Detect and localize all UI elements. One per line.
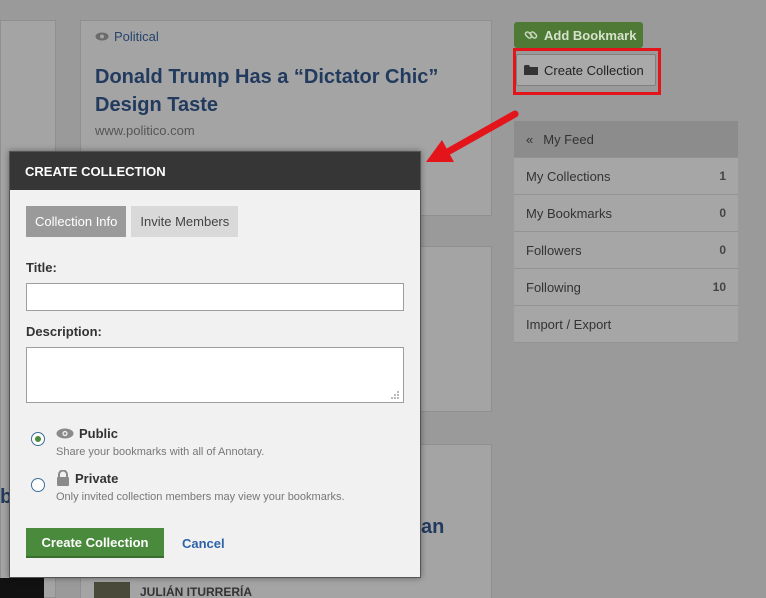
public-radio[interactable] (31, 432, 45, 446)
sidebar-item-count: 0 (719, 243, 726, 257)
public-label: Public (79, 426, 119, 441)
tab-collection-info[interactable]: Collection Info (26, 206, 127, 237)
collapse-chevron-icon: « (526, 131, 534, 147)
bookmark-headline[interactable]: Donald Trump Has a “Dictator Chic” Desig… (95, 63, 475, 119)
sidebar-item-my-bookmarks[interactable]: My Bookmarks 0 (514, 195, 738, 232)
dialog-tabs: Collection Info Invite Members (26, 206, 239, 237)
tab-invite-members[interactable]: Invite Members (131, 206, 239, 237)
bookmark-category[interactable]: Political (95, 29, 159, 44)
sidebar-item-count: 0 (719, 206, 726, 220)
add-bookmark-label: Add Bookmark (544, 27, 637, 43)
sidebar-item-label: Following (526, 279, 581, 295)
author-name[interactable]: JULIÁN ITURRERÍA (140, 585, 252, 598)
background-image-corner (0, 578, 44, 598)
sidebar-item-count: 10 (712, 280, 726, 294)
create-collection-dialog: CREATE COLLECTION Collection Info Invite… (9, 151, 421, 578)
sidebar-nav: « My Feed My Collections 1 My Bookmarks … (514, 121, 738, 343)
bookmark-domain: www.politico.com (95, 123, 195, 138)
private-option[interactable]: Private (56, 470, 118, 486)
create-collection-submit-button[interactable]: Create Collection (26, 528, 164, 558)
dialog-title: CREATE COLLECTION (10, 152, 420, 190)
sidebar-item-label: My Feed (543, 131, 594, 147)
private-radio[interactable] (31, 478, 45, 492)
private-description: Only invited collection members may view… (56, 491, 345, 503)
eye-icon (95, 32, 109, 41)
sidebar-item-my-collections[interactable]: My Collections 1 (514, 158, 738, 195)
sidebar-item-followers[interactable]: Followers 0 (514, 232, 738, 269)
lock-icon (57, 470, 69, 486)
add-bookmark-button[interactable]: Add Bookmark (514, 22, 643, 48)
public-description: Share your bookmarks with all of Annotar… (56, 446, 265, 458)
description-label: Description: (26, 324, 102, 339)
sidebar-item-label: My Bookmarks (526, 205, 612, 221)
description-input[interactable] (26, 347, 404, 403)
link-icon (524, 31, 538, 39)
sidebar-item-label: Import / Export (526, 316, 612, 332)
author-avatar (94, 582, 130, 598)
sidebar-item-import-export[interactable]: Import / Export (514, 306, 738, 343)
highlight-box (513, 48, 661, 95)
headline-fragment-right: an (421, 516, 445, 538)
private-label: Private (75, 470, 119, 486)
eye-icon (56, 428, 74, 439)
category-label: Political (114, 29, 159, 44)
cancel-link[interactable]: Cancel (182, 536, 225, 551)
sidebar-item-count: 1 (719, 169, 726, 183)
sidebar-item-label: Followers (526, 242, 582, 258)
sidebar-item-following[interactable]: Following 10 (514, 269, 738, 306)
sidebar-item-label: My Collections (526, 168, 611, 184)
title-label: Title: (26, 260, 57, 275)
annotation-arrow-icon (426, 110, 519, 162)
sidebar-item-my-feed[interactable]: « My Feed (514, 121, 738, 158)
resize-grip-icon[interactable] (390, 390, 400, 400)
public-option[interactable]: Public (56, 426, 118, 441)
title-input[interactable] (26, 283, 404, 311)
